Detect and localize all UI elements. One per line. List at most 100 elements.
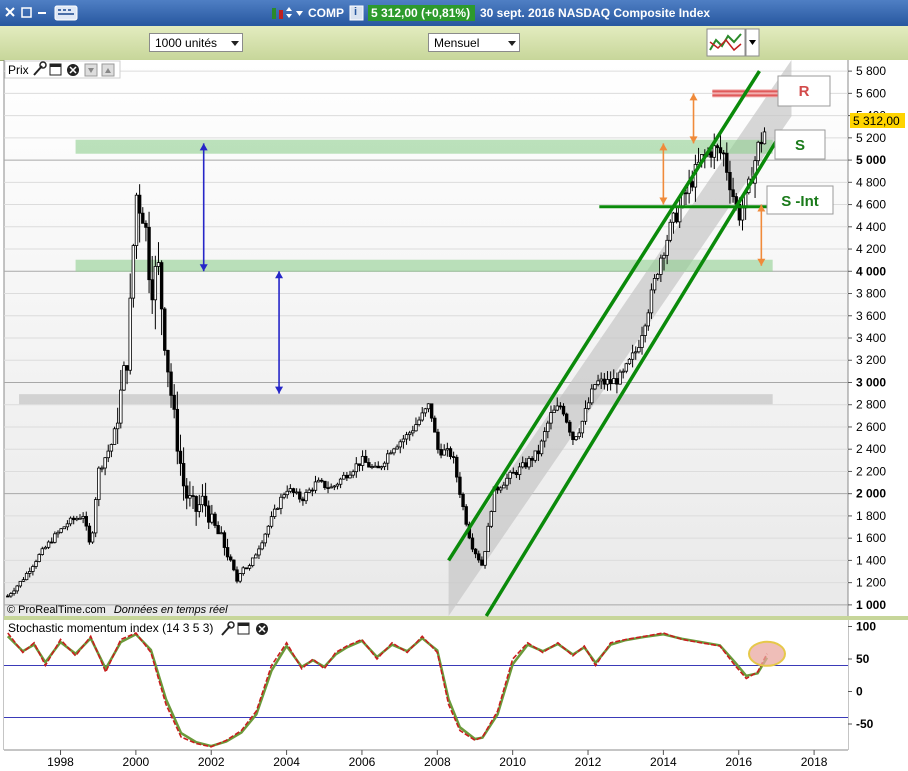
y-tick-label: 4 600 (856, 198, 886, 212)
candle-body (46, 541, 51, 548)
y-tick-label: 3 200 (856, 353, 886, 367)
units-select[interactable]: 1000 unités (149, 33, 243, 52)
candle-body (464, 506, 468, 525)
candle-body (662, 254, 666, 259)
candle-body (574, 436, 578, 441)
candle-body (659, 257, 663, 275)
candle-body (445, 448, 450, 451)
candle-body (605, 379, 610, 385)
candle-body (536, 450, 541, 455)
candle-body (87, 525, 92, 543)
y-tick-label: 4 400 (856, 220, 886, 234)
candle-body (257, 548, 261, 556)
candle-body (568, 421, 572, 433)
candle-body (514, 471, 519, 476)
chevron-down-icon (231, 41, 239, 46)
candle-body (235, 569, 239, 582)
candle-body (630, 352, 635, 360)
window-icon[interactable] (237, 622, 250, 635)
candle-icon[interactable] (272, 8, 283, 19)
candle-body (524, 462, 528, 468)
candle-body (646, 312, 651, 327)
candle-body (285, 490, 289, 496)
candle-body (608, 379, 613, 385)
y-tick-label: 4 000 (856, 264, 886, 278)
y-tick-label: 1 600 (856, 531, 886, 545)
candle-body (420, 412, 424, 421)
candle-body (147, 226, 151, 281)
candle-body (558, 405, 563, 408)
candle-body (24, 573, 29, 581)
candle-body (759, 141, 764, 145)
period-select[interactable]: Mensuel (428, 33, 520, 52)
close-icon[interactable] (5, 7, 15, 17)
candle-body (376, 465, 380, 469)
candle-body (517, 466, 522, 476)
close-icon[interactable] (256, 623, 268, 635)
indicator-menu-button[interactable] (706, 28, 760, 58)
candle-body (539, 440, 544, 455)
move-down-icon[interactable] (84, 63, 98, 77)
candle-body (624, 363, 629, 372)
candle-body (93, 499, 98, 534)
candle-body (709, 151, 713, 158)
candle-body (586, 402, 591, 409)
candle-body (634, 351, 638, 354)
candle-body (181, 463, 186, 487)
x-tick-label: 2006 (349, 755, 376, 769)
candle-body (260, 542, 264, 550)
y-tick-label: 1 000 (856, 598, 886, 612)
candle-body (137, 194, 142, 214)
candle-body (370, 466, 374, 468)
candle-body (451, 456, 456, 458)
candle-body (81, 516, 85, 519)
maximize-icon[interactable] (21, 7, 32, 18)
stepper-icon[interactable] (286, 7, 303, 18)
candle-body (552, 409, 556, 413)
candle-body (228, 556, 233, 561)
candle-body (323, 480, 327, 489)
info-letter: i (354, 6, 358, 18)
candle-body (276, 508, 280, 510)
y-tick-label: 5 600 (856, 86, 886, 100)
candle-body (320, 479, 324, 482)
window-icon[interactable] (49, 63, 62, 76)
keyboard-icon[interactable] (54, 5, 78, 21)
smi-tick-label: 50 (856, 652, 870, 666)
candle-body (172, 394, 176, 410)
candle-body (756, 141, 760, 162)
candle-body (134, 194, 139, 246)
candle-body (718, 147, 723, 154)
panel-splitter[interactable] (4, 616, 908, 620)
smi-panel-label: Stochastic momentum index (14 3 5 3) (8, 621, 213, 635)
y-tick-label: 2 200 (856, 464, 886, 478)
smi-tick-label: -50 (856, 717, 874, 731)
x-tick-label: 1998 (47, 755, 74, 769)
candle-body (392, 448, 396, 454)
candle-body (288, 488, 293, 492)
candle-body (307, 489, 311, 493)
y-tick-label: 4 200 (856, 242, 886, 256)
y-tick-label: 3 400 (856, 331, 886, 345)
candle-body (310, 489, 315, 492)
candle-body (364, 455, 368, 463)
candle-body (404, 434, 409, 440)
move-up-icon[interactable] (101, 63, 115, 77)
candle-body (200, 495, 205, 506)
candle-body (298, 491, 302, 500)
close-icon[interactable] (67, 64, 79, 76)
candle-body (577, 432, 581, 438)
candle-body (213, 513, 217, 526)
candle-body (373, 465, 377, 468)
candle-body (433, 417, 437, 433)
candle-body (326, 487, 330, 490)
candle-body (357, 463, 362, 466)
candle-body (18, 580, 23, 587)
candle-body (194, 496, 198, 512)
candle-body (263, 533, 267, 544)
resistance-label: R (799, 83, 810, 100)
x-tick-label: 2010 (499, 755, 526, 769)
ticker-label: COMP (308, 6, 344, 20)
candle-body (37, 554, 41, 562)
x-tick-label: 2002 (198, 755, 225, 769)
